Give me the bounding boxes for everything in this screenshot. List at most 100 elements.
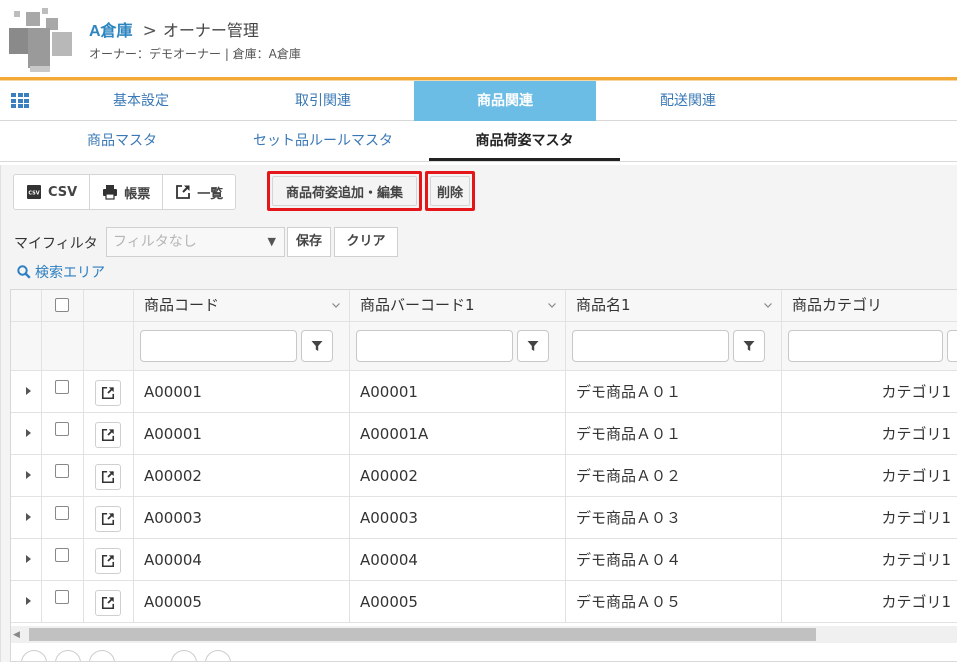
scrollbar-thumb[interactable] (29, 628, 816, 641)
tab-basic-settings[interactable]: 基本設定 (52, 81, 230, 121)
csv-icon-text: CSV (28, 191, 39, 197)
header-category[interactable]: 商品カテゴリ (782, 290, 957, 321)
csv-label: CSV (48, 184, 78, 200)
cell-value: カテゴリ1 (881, 593, 951, 611)
expand-arrow-icon[interactable] (26, 387, 31, 395)
cell-value: A00004 (360, 551, 418, 569)
barcode-filter-input[interactable] (356, 330, 513, 362)
search-area-toggle[interactable]: 検索エリア (17, 262, 105, 282)
my-filter-select[interactable]: フィルタなし ▼ (106, 227, 285, 257)
table-row[interactable]: A00002 A00002 デモ商品Ａ０２ カテゴリ1 (11, 455, 957, 497)
open-detail-button[interactable] (95, 590, 121, 616)
pager-prev-button[interactable] (55, 650, 81, 661)
table-row[interactable]: A00005 A00005 デモ商品Ａ０５ カテゴリ1 (11, 581, 957, 623)
tab-transactions[interactable]: 取引関連 (233, 81, 413, 121)
row-open-cell (84, 371, 134, 412)
print-button[interactable]: 帳票 (90, 175, 164, 209)
horizontal-scrollbar[interactable]: ◀ (11, 626, 957, 643)
open-detail-button[interactable] (95, 380, 121, 406)
delete-button[interactable]: 削除 (430, 176, 470, 206)
row-checkbox[interactable] (55, 422, 69, 436)
filter-spacer (42, 322, 84, 370)
cell-value: カテゴリ1 (881, 551, 951, 569)
table-row[interactable]: A00003 A00003 デモ商品Ａ０３ カテゴリ1 (11, 497, 957, 539)
csv-button[interactable]: CSV CSV (14, 175, 91, 209)
cell-code: A00005 (134, 581, 350, 622)
open-detail-button[interactable] (95, 506, 121, 532)
csv-file-icon: CSV (26, 184, 42, 200)
cell-value: A00001 (144, 425, 202, 443)
tab-products[interactable]: 商品関連 (414, 81, 596, 121)
external-link-icon (101, 428, 115, 442)
filter-spacer (84, 322, 134, 370)
main-tab-bar: 基本設定 取引関連 商品関連 配送関連 (0, 80, 957, 121)
external-link-icon (101, 554, 115, 568)
warehouse-link[interactable]: A倉庫 (89, 17, 133, 41)
filter-cell-category (782, 322, 957, 370)
expand-arrow-icon[interactable] (26, 597, 31, 605)
row-open-cell (84, 539, 134, 580)
pager-first-button[interactable] (21, 650, 47, 661)
cell-value: A00005 (144, 593, 202, 611)
cell-barcode: A00002 (350, 455, 566, 496)
table-row[interactable]: A00001 A00001A デモ商品Ａ０１ カテゴリ1 (11, 413, 957, 455)
row-checkbox[interactable] (55, 590, 69, 604)
header-expander-cell (11, 290, 42, 321)
table-row[interactable]: A00001 A00001 デモ商品Ａ０１ カテゴリ1 (11, 371, 957, 413)
expand-arrow-icon[interactable] (26, 555, 31, 563)
select-all-checkbox[interactable] (55, 298, 69, 312)
subtab-product-master[interactable]: 商品マスタ (34, 121, 210, 161)
scroll-left-icon[interactable]: ◀ (13, 630, 20, 640)
header-product-name[interactable]: 商品名1 (566, 290, 782, 321)
category-filter-input[interactable] (788, 330, 943, 362)
table-row[interactable]: A00004 A00004 デモ商品Ａ０４ カテゴリ1 (11, 539, 957, 581)
pager-next-button[interactable] (171, 650, 197, 661)
cell-value: デモ商品Ａ０１ (576, 383, 682, 401)
expand-arrow-icon[interactable] (26, 471, 31, 479)
funnel-icon (311, 341, 323, 351)
cell-name: デモ商品Ａ０１ (566, 413, 782, 454)
sub-tab-bar: 商品マスタ セット品ルールマスタ 商品荷姿マスタ (0, 121, 957, 162)
product-name-filter-input[interactable] (572, 330, 729, 362)
expand-arrow-icon[interactable] (26, 513, 31, 521)
row-open-cell (84, 455, 134, 496)
list-button[interactable]: 一覧 (163, 175, 235, 209)
cell-value: デモ商品Ａ０４ (576, 551, 682, 569)
header-product-code[interactable]: 商品コード (134, 290, 350, 321)
apps-grid-icon[interactable] (11, 93, 29, 108)
chevron-down-icon (548, 303, 556, 308)
header-label: 商品カテゴリ (792, 296, 883, 314)
expand-arrow-icon[interactable] (26, 429, 31, 437)
filter-funnel-button[interactable] (301, 330, 333, 362)
filter-clear-button[interactable]: クリア (334, 227, 398, 257)
row-open-cell (84, 497, 134, 538)
filter-funnel-button[interactable] (517, 330, 549, 362)
row-checkbox[interactable] (55, 464, 69, 478)
cell-category: カテゴリ1 (782, 539, 957, 580)
filter-funnel-button[interactable] (947, 330, 957, 362)
filter-save-button[interactable]: 保存 (287, 227, 331, 257)
add-edit-packing-button[interactable]: 商品荷姿追加・編集 (272, 176, 417, 206)
pager-last-button[interactable] (205, 650, 231, 661)
subtab-set-rule-master[interactable]: セット品ルールマスタ (228, 121, 418, 161)
subtab-packing-master[interactable]: 商品荷姿マスタ (429, 121, 620, 161)
filter-funnel-button[interactable] (733, 330, 765, 362)
row-checkbox[interactable] (55, 548, 69, 562)
cell-value: カテゴリ1 (881, 383, 951, 401)
row-checkbox[interactable] (55, 506, 69, 520)
logo-icon (9, 8, 72, 72)
header-label: 商品コード (144, 296, 220, 314)
cell-value: カテゴリ1 (881, 509, 951, 527)
header-barcode[interactable]: 商品バーコード1 (350, 290, 566, 321)
open-detail-button[interactable] (95, 548, 121, 574)
cell-value: デモ商品Ａ０１ (576, 425, 682, 443)
product-code-filter-input[interactable] (140, 330, 297, 362)
open-detail-button[interactable] (95, 422, 121, 448)
pager-page-button[interactable] (89, 650, 115, 661)
cell-code: A00001 (134, 413, 350, 454)
cell-name: デモ商品Ａ０４ (566, 539, 782, 580)
row-expander-cell (11, 413, 42, 454)
tab-shipping[interactable]: 配送関連 (597, 81, 779, 121)
row-checkbox[interactable] (55, 380, 69, 394)
open-detail-button[interactable] (95, 464, 121, 490)
